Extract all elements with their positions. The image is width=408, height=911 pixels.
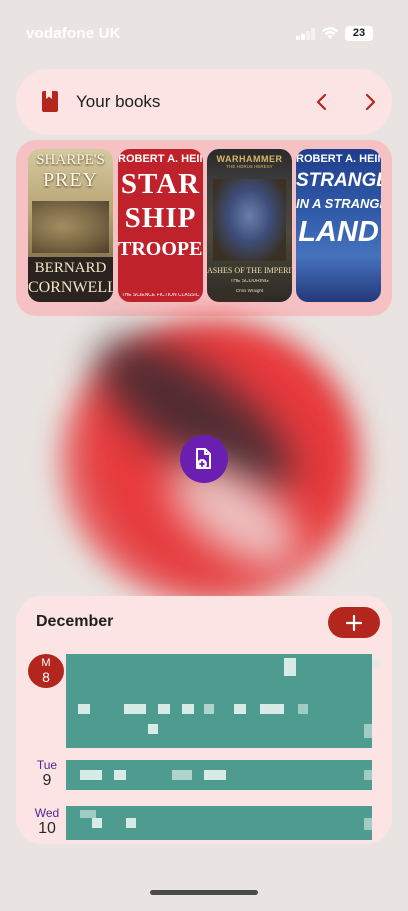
book-cover-text: ROBERT A. HEINLEIN [296, 154, 381, 165]
add-event-button[interactable] [328, 607, 380, 638]
book-icon [42, 91, 58, 112]
book-cover-text: ROBERT A. HEINLEIN [118, 154, 203, 165]
redacted-pixel [148, 724, 158, 734]
redacted-pixel [234, 704, 246, 714]
book-cover-text: BERNARD [34, 261, 107, 276]
plus-icon [346, 614, 362, 631]
redacted-pixel [204, 704, 214, 714]
book-cover-text: SHIP [124, 204, 197, 233]
day-name: Tue [36, 758, 58, 772]
book-cover-text: WARHAMMER [216, 155, 283, 164]
calendar-event[interactable] [66, 654, 380, 696]
redacted-pixel [204, 770, 226, 780]
next-button[interactable] [356, 88, 384, 116]
redacted-pixel [78, 704, 90, 714]
day-date: 8 [42, 669, 50, 685]
day-label-tuesday[interactable]: Tue 9 [30, 758, 64, 790]
book-cover-text: IN A STRANGE [296, 197, 381, 210]
wifi-icon [321, 27, 339, 39]
redacted-pixel [80, 770, 102, 780]
day-date: 10 [38, 820, 56, 837]
books-widget-title: Your books [76, 92, 161, 111]
redacted-pixel [126, 818, 136, 828]
redacted-pixel [372, 658, 380, 668]
books-carousel: SHARPE'S PREY BERNARD CORNWELL ROBERT A.… [16, 140, 392, 316]
redacted-pixel [364, 818, 372, 830]
calendar-event[interactable] [66, 806, 372, 840]
book-cover-text: THE SCIENCE FICTION CLASSIC [121, 293, 200, 298]
redacted-pixel [124, 704, 146, 714]
day-label-wednesday[interactable]: Wed 10 [30, 806, 64, 838]
cover-illustration [32, 201, 109, 253]
redacted-pixel [260, 704, 284, 714]
book-cover-text: PREY [42, 170, 99, 190]
books-widget-header[interactable]: Your books [16, 69, 392, 135]
book-cover-text: LAND [298, 218, 379, 247]
day-name: M [41, 657, 51, 669]
redacted-pixel [182, 704, 194, 714]
calendar-month-title: December [36, 613, 114, 630]
book-cover-stranger-in-a-strange-land[interactable]: ROBERT A. HEINLEIN STRANGER IN A STRANGE… [296, 149, 381, 302]
signal-icon [296, 28, 316, 40]
add-document-icon [196, 448, 211, 469]
redacted-pixel [172, 770, 192, 780]
book-cover-text: STRANGER [296, 171, 381, 190]
chevron-right-icon [365, 93, 376, 111]
calendar-event[interactable] [66, 760, 372, 790]
book-cover-text: SHARPE'S [36, 153, 105, 168]
home-indicator[interactable] [150, 890, 258, 895]
redacted-pixel [114, 770, 126, 780]
status-bar: vodafone UK 23 [0, 0, 408, 64]
book-cover-sharpes-prey[interactable]: SHARPE'S PREY BERNARD CORNWELL [28, 149, 113, 302]
book-cover-text: ASHES OF THE IMPERIUM [207, 267, 292, 275]
battery-indicator: 23 [345, 26, 373, 41]
redacted-pixel [284, 658, 296, 676]
new-document-button[interactable] [180, 435, 228, 483]
redacted-pixel [364, 724, 372, 738]
book-cover-text: STAR [120, 170, 201, 199]
day-name: Wed [34, 806, 60, 820]
book-cover-text: Chris Wraight [235, 289, 264, 293]
book-cover-ashes-of-the-imperium[interactable]: WARHAMMER THE HORUS HERESY ASHES OF THE … [207, 149, 292, 302]
calendar-widget: December M 8 Tue 9 Wed 10 [16, 596, 392, 844]
redacted-pixel [158, 704, 170, 714]
previous-button[interactable] [308, 88, 336, 116]
today-date-badge[interactable]: M 8 [28, 654, 64, 688]
day-date: 9 [42, 772, 52, 789]
redacted-pixel [92, 818, 102, 828]
book-cover-text: TROOPERS [118, 239, 203, 259]
redacted-pixel [80, 810, 96, 818]
redacted-pixel [364, 770, 372, 780]
calendar-event[interactable] [66, 696, 372, 748]
redacted-pixel [298, 704, 308, 714]
book-cover-starship-troopers[interactable]: ROBERT A. HEINLEIN STAR SHIP TROOPERS TH… [118, 149, 203, 302]
chevron-left-icon [316, 93, 327, 111]
book-cover-text: CORNWELL [28, 280, 113, 296]
book-cover-text: THE SCOURING [230, 279, 269, 284]
cover-illustration [213, 179, 286, 261]
book-cover-text: THE HORUS HERESY [226, 165, 273, 169]
carrier-label: vodafone UK [26, 25, 121, 42]
